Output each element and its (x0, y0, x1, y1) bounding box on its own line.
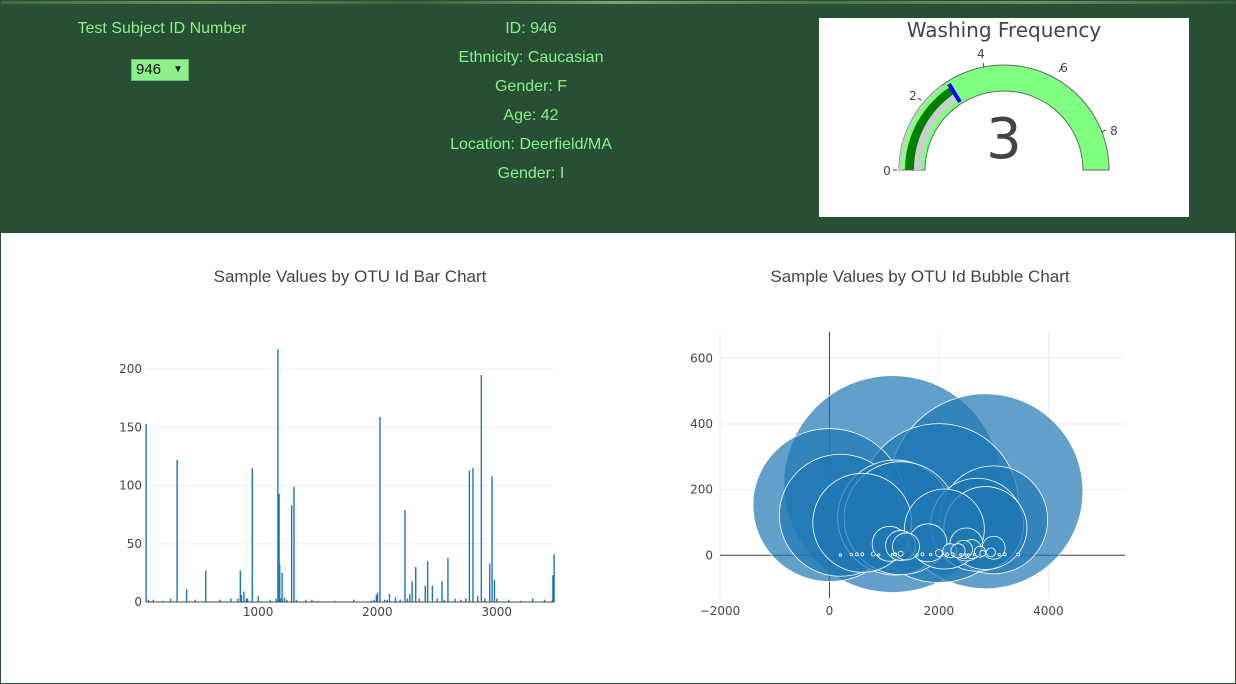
page-frame (0, 0, 1236, 684)
